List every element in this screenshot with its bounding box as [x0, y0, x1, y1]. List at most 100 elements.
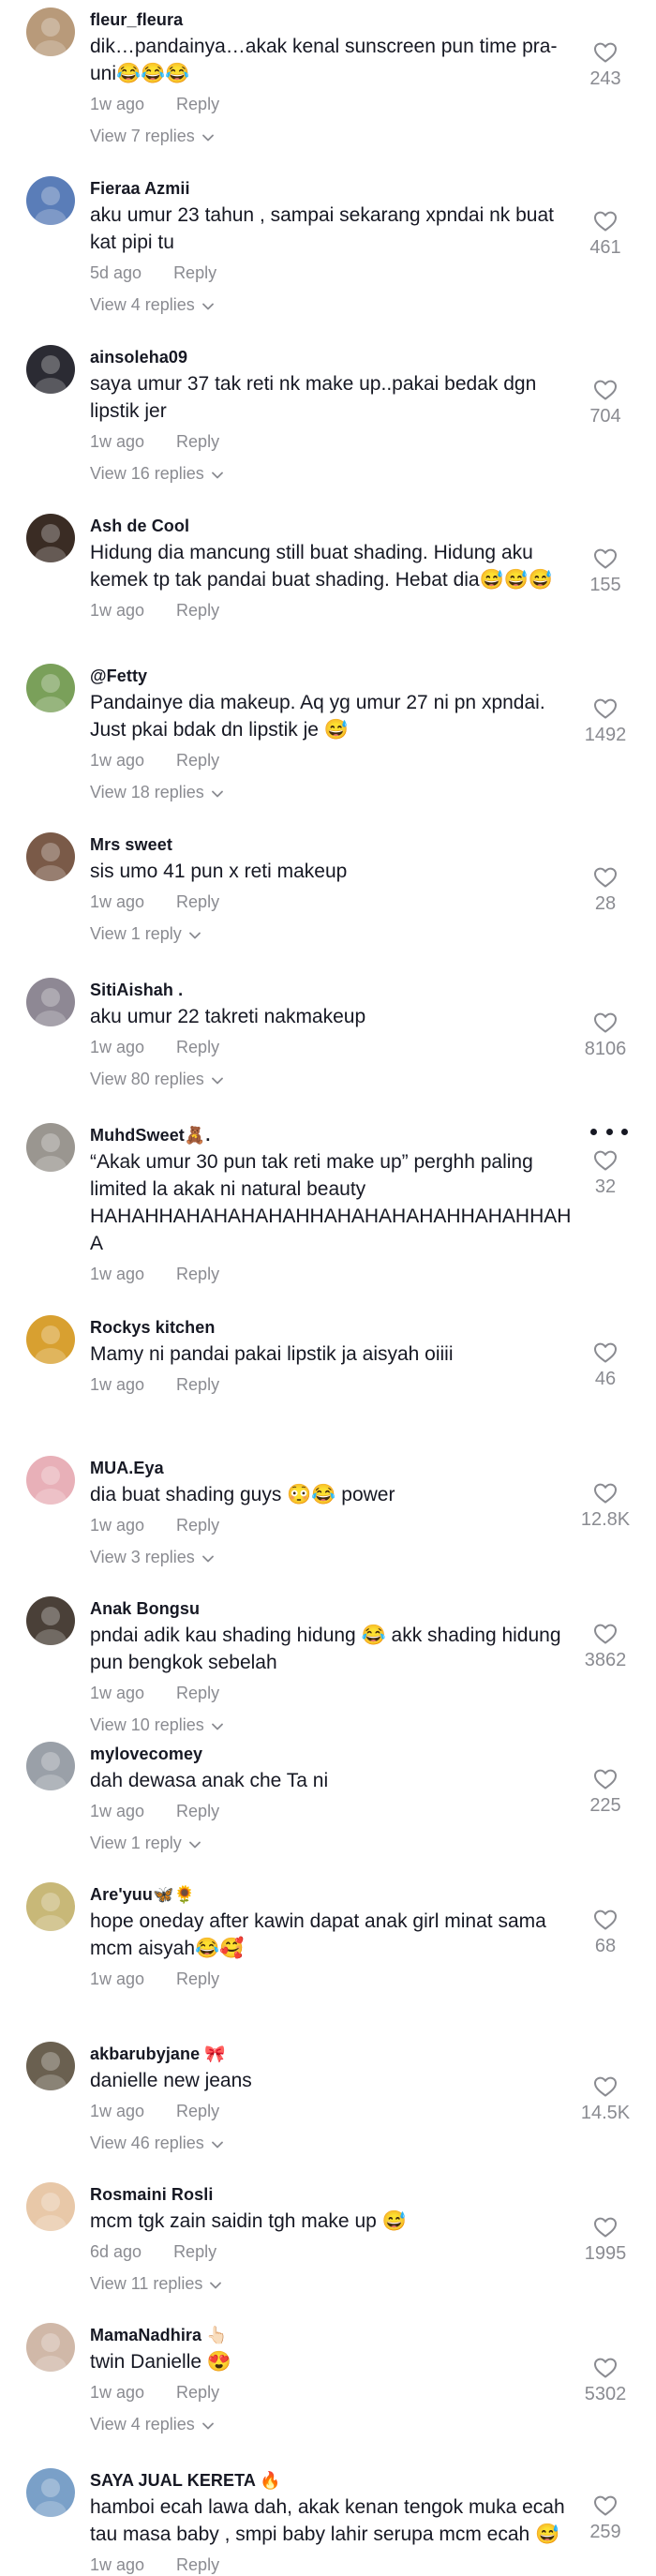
avatar[interactable]	[26, 345, 75, 394]
like-button[interactable]: 28	[575, 866, 635, 915]
comment-username[interactable]: Rosmaini Rosli	[90, 2184, 577, 2205]
like-button[interactable]: 155	[575, 547, 635, 596]
comment-username[interactable]: Anak Bongsu	[90, 1598, 577, 1619]
reply-button[interactable]: Reply	[176, 93, 219, 115]
heart-outline-icon[interactable]	[593, 210, 618, 232]
avatar[interactable]	[26, 1315, 75, 1364]
view-replies-button[interactable]: View 18 replies	[90, 781, 223, 803]
avatar[interactable]	[26, 2468, 75, 2517]
avatar[interactable]	[26, 832, 75, 881]
heart-outline-icon[interactable]	[593, 1011, 618, 1034]
more-dots-icon[interactable]	[590, 1125, 628, 1138]
heart-outline-icon[interactable]	[593, 1768, 618, 1790]
reply-button[interactable]: Reply	[176, 2100, 219, 2122]
comment-timestamp: 1w ago	[90, 1684, 145, 1702]
view-replies-button[interactable]: View 7 replies	[90, 125, 214, 147]
heart-outline-icon[interactable]	[593, 41, 618, 64]
comment-username[interactable]: SitiAishah .	[90, 980, 577, 1000]
view-replies-button[interactable]: View 3 replies	[90, 1546, 214, 1568]
comment-username[interactable]: MuhdSweet🧸.	[90, 1125, 577, 1146]
heart-outline-icon[interactable]	[593, 1909, 618, 1931]
like-button[interactable]: 259	[575, 2494, 635, 2543]
view-replies-button[interactable]: View 10 replies	[90, 1714, 223, 1736]
avatar[interactable]	[26, 1596, 75, 1645]
heart-outline-icon[interactable]	[593, 1482, 618, 1505]
heart-outline-icon[interactable]	[593, 1341, 618, 1364]
comment-username[interactable]: akbarubyjane 🎀	[90, 2044, 577, 2064]
view-replies-button[interactable]: View 1 reply	[90, 1832, 201, 1854]
comment-username[interactable]: ainsoleha09	[90, 347, 577, 367]
avatar[interactable]	[26, 1123, 75, 1172]
comment-username[interactable]: mylovecomey	[90, 1744, 577, 1764]
comment-username[interactable]: Rockys kitchen	[90, 1317, 577, 1338]
heart-outline-icon[interactable]	[593, 2357, 618, 2379]
comment-username[interactable]: Ash de Cool	[90, 516, 577, 536]
view-replies-button[interactable]: View 4 replies	[90, 2413, 214, 2435]
reply-button[interactable]: Reply	[176, 1682, 219, 1704]
reply-button[interactable]: Reply	[176, 2381, 219, 2404]
reply-button[interactable]: Reply	[173, 2240, 216, 2263]
avatar[interactable]	[26, 2323, 75, 2372]
reply-button[interactable]: Reply	[176, 1968, 219, 1990]
reply-button[interactable]: Reply	[176, 891, 219, 913]
heart-outline-icon[interactable]	[593, 2216, 618, 2239]
like-button[interactable]: 68	[575, 1909, 635, 1957]
heart-outline-icon[interactable]	[593, 2075, 618, 2098]
like-button[interactable]: 1995	[575, 2216, 635, 2265]
view-replies-button[interactable]: View 4 replies	[90, 293, 214, 316]
comment-username[interactable]: fleur_fleura	[90, 9, 577, 30]
like-button[interactable]: 704	[575, 379, 635, 427]
comment-timestamp: 1w ago	[90, 1038, 145, 1056]
reply-button[interactable]: Reply	[173, 262, 216, 284]
view-replies-button[interactable]: View 16 replies	[90, 462, 223, 485]
avatar[interactable]	[26, 1742, 75, 1790]
view-replies-button[interactable]: View 80 replies	[90, 1068, 223, 1090]
like-button[interactable]: 12.8K	[575, 1482, 635, 1531]
heart-outline-icon[interactable]	[593, 1149, 618, 1172]
like-button[interactable]: 3862	[575, 1623, 635, 1671]
reply-button[interactable]: Reply	[176, 599, 219, 622]
like-button[interactable]: 32	[575, 1149, 635, 1198]
comment-username[interactable]: MamaNadhira 👆🏻	[90, 2325, 577, 2345]
avatar[interactable]	[26, 2042, 75, 2090]
reply-button[interactable]: Reply	[176, 749, 219, 771]
like-button[interactable]: 5302	[575, 2357, 635, 2405]
view-replies-button[interactable]: View 11 replies	[90, 2272, 222, 2295]
like-button[interactable]: 46	[575, 1341, 635, 1390]
avatar[interactable]	[26, 7, 75, 56]
comment-username[interactable]: Fieraa Azmii	[90, 178, 577, 199]
like-button[interactable]: 225	[575, 1768, 635, 1817]
comment-username[interactable]: Mrs sweet	[90, 834, 577, 855]
heart-outline-icon[interactable]	[593, 866, 618, 889]
like-button[interactable]: 243	[575, 41, 635, 90]
comment-username[interactable]: Are'yuu🦋🌻	[90, 1884, 577, 1905]
avatar[interactable]	[26, 1456, 75, 1505]
heart-outline-icon[interactable]	[593, 547, 618, 570]
reply-button[interactable]: Reply	[176, 430, 219, 453]
avatar[interactable]	[26, 978, 75, 1026]
heart-outline-icon[interactable]	[593, 697, 618, 720]
view-replies-button[interactable]: View 46 replies	[90, 2132, 223, 2154]
like-button[interactable]: 14.5K	[575, 2075, 635, 2124]
chevron-down-icon	[211, 2132, 223, 2154]
avatar[interactable]	[26, 664, 75, 712]
heart-outline-icon[interactable]	[593, 2494, 618, 2517]
view-replies-button[interactable]: View 1 reply	[90, 922, 201, 945]
heart-outline-icon[interactable]	[593, 379, 618, 401]
avatar[interactable]	[26, 514, 75, 562]
comment-username[interactable]: MUA.Eya	[90, 1458, 577, 1478]
comment-username[interactable]: @Fetty	[90, 666, 577, 686]
like-button[interactable]: 8106	[575, 1011, 635, 1060]
reply-button[interactable]: Reply	[176, 1263, 219, 1285]
reply-button[interactable]: Reply	[176, 1514, 219, 1536]
heart-outline-icon[interactable]	[593, 1623, 618, 1645]
avatar[interactable]	[26, 1882, 75, 1931]
reply-button[interactable]: Reply	[176, 1800, 219, 1822]
reply-button[interactable]: Reply	[176, 1373, 219, 1396]
like-button[interactable]: 461	[575, 210, 635, 259]
like-button[interactable]: 1492	[575, 697, 635, 746]
avatar[interactable]	[26, 2182, 75, 2231]
comment-username[interactable]: SAYA JUAL KERETA 🔥	[90, 2470, 577, 2491]
avatar[interactable]	[26, 176, 75, 225]
reply-button[interactable]: Reply	[176, 1036, 219, 1058]
